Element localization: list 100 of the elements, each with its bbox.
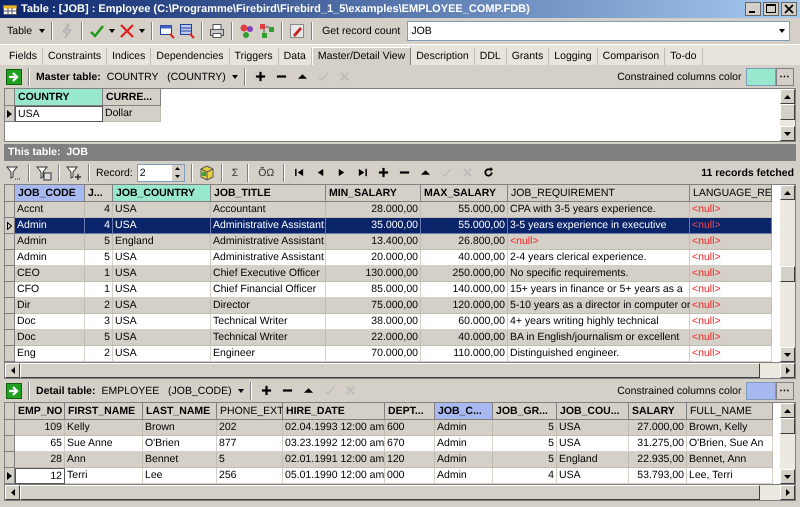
column-header[interactable]: J... — [85, 185, 113, 202]
record-spin-field[interactable]: 2 — [136, 164, 185, 182]
column-header[interactable]: SALARY — [629, 403, 687, 420]
color-swatch[interactable] — [746, 68, 776, 86]
refresh-icon[interactable] — [483, 167, 494, 178]
tab[interactable]: Fields — [4, 48, 44, 65]
check-icon[interactable] — [324, 385, 335, 396]
cube-icon[interactable] — [198, 164, 215, 180]
caret-icon[interactable] — [232, 74, 238, 78]
vertical-scrollbar[interactable] — [780, 89, 795, 141]
grid-arrow-icon[interactable] — [159, 23, 176, 39]
diagram-icon[interactable] — [259, 23, 276, 39]
column-header[interactable]: MIN_SALARY — [326, 185, 421, 202]
scroll-thumb[interactable] — [780, 418, 795, 434]
right-arrow-icon[interactable] — [786, 367, 790, 374]
column-header[interactable]: FIRST_NAME — [65, 403, 143, 420]
printer-icon[interactable] — [209, 23, 226, 39]
sum-button[interactable]: Σ — [228, 166, 242, 178]
filter-icon[interactable] — [66, 164, 82, 180]
table-menu-button[interactable]: Table — [4, 23, 36, 39]
table-cell: 5 — [493, 452, 557, 468]
vertical-scrollbar[interactable] — [780, 185, 795, 362]
column-header[interactable]: MAX_SALARY — [421, 185, 508, 202]
grid-arrow-icon[interactable] — [179, 23, 196, 39]
tab[interactable]: Master/Detail View — [312, 47, 412, 65]
down-arrow-icon[interactable] — [784, 132, 791, 136]
row-indicator[interactable] — [5, 468, 15, 484]
column-header[interactable]: COUNTRY — [15, 89, 103, 106]
plus-icon[interactable] — [378, 167, 390, 178]
row-indicator[interactable] — [5, 218, 15, 234]
color-picker-button[interactable]: ··· — [776, 68, 794, 86]
master-table-dropdown[interactable]: COUNTRY (COUNTRY) — [104, 70, 228, 82]
tab[interactable]: DDL — [474, 48, 507, 65]
down-arrow-icon[interactable] — [784, 474, 791, 478]
first-record-icon[interactable] — [294, 167, 306, 178]
up-arrow-icon[interactable] — [784, 94, 791, 98]
column-header[interactable]: LAST_NAME — [143, 403, 217, 420]
tab[interactable]: Constraints — [43, 48, 108, 65]
arrow-right-icon[interactable] — [6, 382, 22, 398]
tab[interactable]: Triggers — [230, 48, 279, 65]
vertical-scrollbar[interactable] — [780, 403, 795, 484]
column-header[interactable]: JOB_COUNTRY — [113, 185, 211, 202]
up-arrow-icon[interactable] — [175, 167, 180, 170]
tab[interactable]: Dependencies — [151, 48, 230, 65]
left-arrow-icon[interactable] — [10, 489, 14, 496]
plus-icon[interactable] — [260, 385, 272, 396]
column-header[interactable]: PHONE_EXT — [217, 403, 283, 420]
caret-icon[interactable] — [779, 29, 785, 33]
tab[interactable]: Description — [411, 48, 475, 65]
plus-icon[interactable] — [254, 71, 266, 82]
minimize-icon[interactable] — [745, 2, 761, 16]
maximize-icon[interactable] — [763, 2, 779, 16]
tab[interactable]: Grants — [506, 48, 550, 65]
tab[interactable]: Comparison — [598, 48, 666, 65]
right-arrow-icon[interactable] — [786, 489, 790, 496]
get-record-count-button[interactable]: Get record count — [319, 23, 404, 39]
column-header[interactable]: JOB_C... — [435, 403, 493, 420]
tab[interactable]: To-do — [665, 48, 703, 65]
scroll-thumb[interactable] — [780, 104, 795, 120]
column-header[interactable]: CURRE... — [103, 89, 161, 106]
row-indicator[interactable] — [5, 106, 15, 122]
caret-icon[interactable] — [238, 388, 244, 392]
check-icon[interactable] — [441, 167, 452, 178]
column-header[interactable]: LANGUAGE_RE — [690, 185, 772, 202]
filter-icon[interactable] — [36, 164, 52, 180]
caret-icon[interactable] — [39, 29, 46, 33]
close-icon[interactable] — [781, 2, 797, 16]
column-header[interactable]: JOB_COU... — [557, 403, 629, 420]
detail-table-dropdown[interactable]: EMPLOYEE (JOB_CODE) — [100, 384, 234, 396]
previous-record-icon[interactable] — [315, 167, 326, 178]
column-header[interactable]: JOB_TITLE — [211, 185, 326, 202]
filter-icon[interactable] — [6, 164, 22, 180]
color-swatch[interactable] — [746, 382, 776, 400]
up-arrow-icon[interactable] — [784, 190, 791, 194]
table-cell: CEO — [15, 266, 85, 282]
down-arrow-icon[interactable] — [175, 175, 180, 178]
up-arrow-icon[interactable] — [784, 408, 791, 412]
caret-icon[interactable] — [109, 29, 116, 33]
last-record-icon[interactable] — [357, 167, 368, 178]
symbols-button[interactable]: ÕΩ — [255, 166, 278, 178]
check-icon[interactable] — [318, 71, 329, 82]
tab[interactable]: Indices — [107, 48, 152, 65]
column-header[interactable]: HIRE_DATE — [283, 403, 385, 420]
scroll-thumb[interactable] — [780, 266, 795, 282]
column-header[interactable]: FULL_NAME — [687, 403, 773, 420]
column-header[interactable]: JOB_REQUIREMENT — [508, 185, 690, 202]
caret-icon[interactable] — [139, 29, 146, 33]
tab[interactable]: Logging — [549, 48, 598, 65]
column-header[interactable]: JOB_GR... — [493, 403, 557, 420]
color-picker-button[interactable]: ··· — [776, 382, 794, 400]
down-arrow-icon[interactable] — [784, 352, 791, 356]
check-icon[interactable] — [89, 23, 106, 39]
horizontal-scrollbar[interactable] — [4, 363, 796, 379]
horizontal-scrollbar[interactable] — [4, 485, 796, 501]
column-header[interactable]: JOB_CODE — [15, 185, 85, 202]
table-combo[interactable]: JOB — [407, 21, 790, 41]
column-header[interactable]: DEPT... — [385, 403, 435, 420]
left-arrow-icon[interactable] — [10, 367, 14, 374]
column-header[interactable]: EMP_NO — [15, 403, 65, 420]
arrow-right-icon[interactable] — [6, 68, 22, 84]
